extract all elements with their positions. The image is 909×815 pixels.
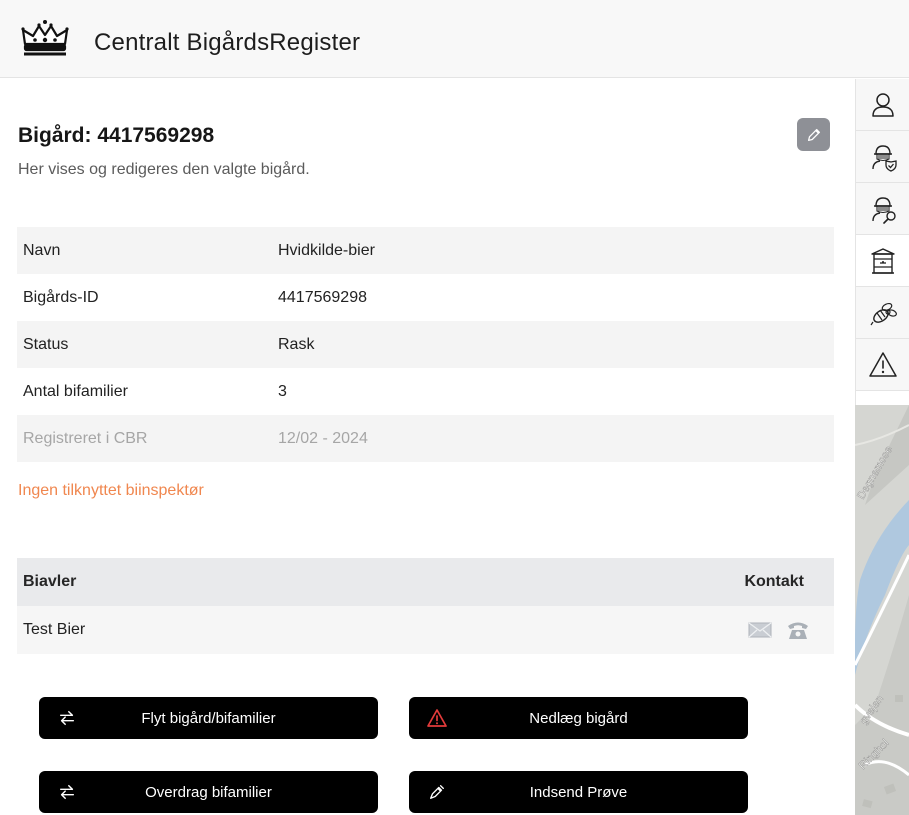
swap-arrows-icon xyxy=(57,708,77,728)
column-header-beekeeper: Biavler xyxy=(23,573,77,590)
transfer-colonies-label: Overdrag bifamilier xyxy=(145,783,272,801)
beekeeper-name: Test Bier xyxy=(23,621,86,638)
info-row-colonies: Antal bifamilier 3 xyxy=(17,368,834,415)
info-value: Rask xyxy=(278,335,315,353)
info-label: Status xyxy=(23,335,69,353)
beekeeper-shield-icon xyxy=(872,144,897,172)
sidebar-item-inspector[interactable] xyxy=(856,131,909,183)
user-icon xyxy=(872,92,894,117)
apiary-info-table: Navn Hvidkilde-bier Bigårds-ID 441756929… xyxy=(17,227,834,462)
crown-icon[interactable] xyxy=(19,18,71,58)
swap-arrows-icon xyxy=(57,782,77,802)
move-apiary-label: Flyt bigård/bifamilier xyxy=(141,709,276,727)
info-value: Hvidkilde-bier xyxy=(278,241,375,259)
info-label: Antal bifamilier xyxy=(23,382,128,400)
warning-icon xyxy=(427,708,447,728)
warning-icon xyxy=(869,351,897,377)
beehive-icon xyxy=(871,247,895,274)
app-title: Centralt BigårdsRegister xyxy=(94,29,361,56)
page-subtitle: Her vises og redigeres den valgte bigård… xyxy=(18,161,310,178)
close-apiary-label: Nedlæg bigård xyxy=(529,709,628,727)
info-row-registered: Registreret i CBR 12/02 - 2024 xyxy=(17,415,834,462)
beekeeper-table-header: Biavler Kontakt xyxy=(17,558,834,606)
sidebar-item-beekeeper-search[interactable] xyxy=(856,183,909,235)
info-row-name: Navn Hvidkilde-bier xyxy=(17,227,834,274)
beekeeper-table: Biavler Kontakt Test Bier xyxy=(17,558,834,654)
contact-icons xyxy=(714,620,834,640)
mail-icon[interactable] xyxy=(748,621,772,639)
sidebar-item-alerts[interactable] xyxy=(856,339,909,391)
bee-icon xyxy=(870,302,897,325)
map-view[interactable]: Degnemose gvejen Ringhol xyxy=(855,405,909,815)
info-row-status: Status Rask xyxy=(17,321,834,368)
submit-sample-label: Indsend Prøve xyxy=(529,783,628,801)
sidebar-item-apiary[interactable] xyxy=(856,235,909,287)
info-label: Bigårds-ID xyxy=(23,288,99,306)
transfer-colonies-button[interactable]: Overdrag bifamilier xyxy=(39,771,378,813)
info-label: Navn xyxy=(23,241,61,259)
edit-button[interactable] xyxy=(797,118,830,151)
info-value: 3 xyxy=(278,382,287,400)
apiary-details-panel: Bigård: 4417569298 Her vises og redigere… xyxy=(0,79,855,815)
inspector-notice: Ingen tilknyttet biinspektør xyxy=(18,482,204,499)
info-row-id: Bigårds-ID 4417569298 xyxy=(17,274,834,321)
app-header: Centralt BigårdsRegister xyxy=(0,0,909,78)
info-label: Registreret i CBR xyxy=(23,429,148,447)
page-title: Bigård: 4417569298 xyxy=(18,124,215,147)
beekeeper-search-icon xyxy=(872,196,896,224)
table-row: Test Bier xyxy=(17,606,834,654)
move-apiary-button[interactable]: Flyt bigård/bifamilier xyxy=(39,697,378,739)
close-apiary-button[interactable]: Nedlæg bigård xyxy=(409,697,748,739)
pipette-icon xyxy=(427,782,447,802)
pencil-icon xyxy=(807,128,820,141)
sidebar-item-bees[interactable] xyxy=(856,287,909,339)
column-header-contact: Kontakt xyxy=(744,573,804,590)
submit-sample-button[interactable]: Indsend Prøve xyxy=(409,771,748,813)
phone-icon[interactable] xyxy=(786,620,810,640)
sidebar-item-user[interactable] xyxy=(856,79,909,131)
info-value: 12/02 - 2024 xyxy=(278,429,368,447)
info-value: 4417569298 xyxy=(278,288,367,306)
